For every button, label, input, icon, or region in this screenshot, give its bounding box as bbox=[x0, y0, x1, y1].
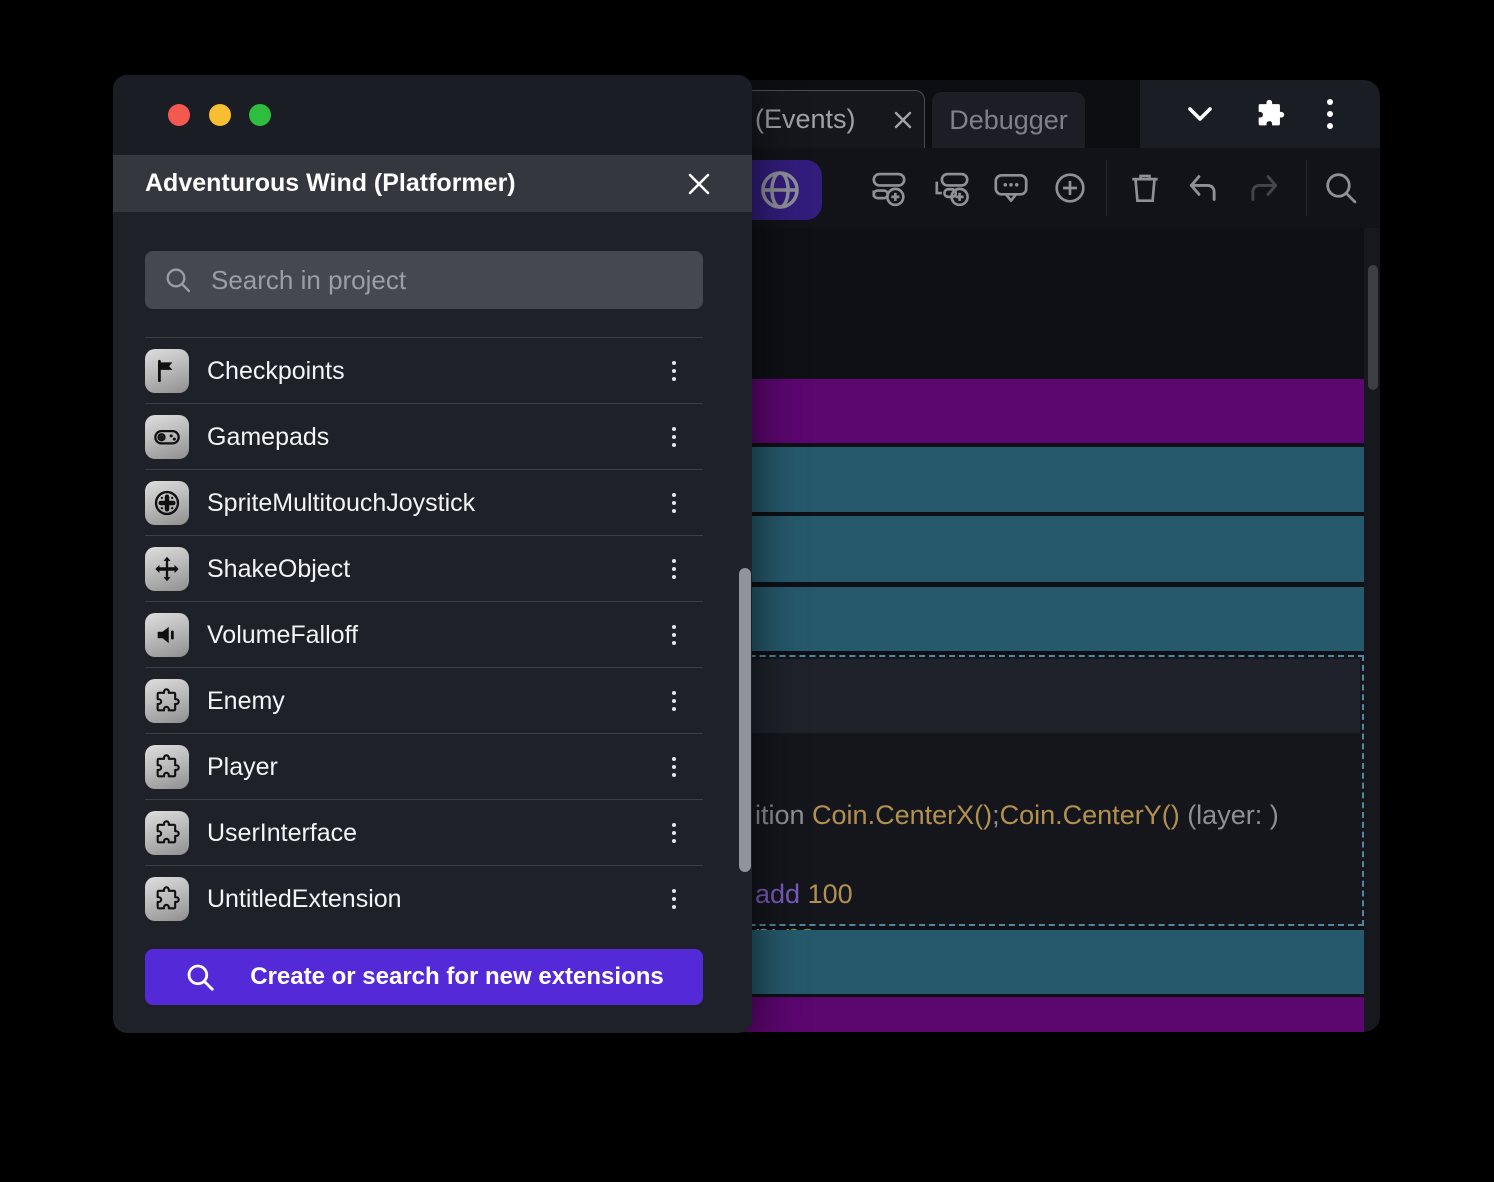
events-scrollbar-thumb[interactable] bbox=[1368, 265, 1378, 390]
dialog-titlebar bbox=[113, 75, 752, 155]
delete-button[interactable] bbox=[1126, 169, 1164, 207]
item-menu-icon[interactable] bbox=[661, 487, 687, 519]
joystick-icon bbox=[145, 481, 189, 525]
dialog-header: Adventurous Wind (Platformer) bbox=[113, 155, 752, 212]
item-menu-icon[interactable] bbox=[661, 685, 687, 717]
list-item[interactable]: Enemy bbox=[145, 667, 703, 733]
search-input[interactable] bbox=[209, 263, 685, 297]
close-traffic-light[interactable] bbox=[168, 104, 190, 126]
list-item[interactable]: SpriteMultitouchJoystick bbox=[145, 469, 703, 535]
toolbar-divider bbox=[1106, 160, 1107, 216]
puzzle-icon bbox=[145, 811, 189, 855]
add-event-button[interactable] bbox=[870, 169, 908, 207]
item-menu-icon[interactable] bbox=[661, 553, 687, 585]
item-menu-icon[interactable] bbox=[661, 421, 687, 453]
more-menu-icon[interactable] bbox=[1325, 96, 1335, 132]
list-item[interactable]: Gamepads bbox=[145, 403, 703, 469]
dialog-scrollbar-thumb[interactable] bbox=[739, 568, 751, 872]
search-icon bbox=[163, 265, 193, 295]
puzzle-icon bbox=[145, 745, 189, 789]
redo-button[interactable] bbox=[1244, 169, 1282, 207]
extensions-puzzle-icon[interactable] bbox=[1253, 97, 1287, 131]
zoom-traffic-light[interactable] bbox=[249, 104, 271, 126]
create-search-extensions-button[interactable]: Create or search for new extensions bbox=[145, 949, 703, 1005]
item-menu-icon[interactable] bbox=[661, 619, 687, 651]
move-icon bbox=[145, 547, 189, 591]
list-item[interactable]: Checkpoints bbox=[145, 337, 703, 403]
item-menu-icon[interactable] bbox=[661, 883, 687, 915]
minimize-traffic-light[interactable] bbox=[209, 104, 231, 126]
undo-button[interactable] bbox=[1185, 169, 1223, 207]
event-action-position: ition Coin.CenterX();Coin.CenterY() (lay… bbox=[755, 800, 1279, 830]
flag-icon bbox=[145, 349, 189, 393]
item-menu-icon[interactable] bbox=[661, 355, 687, 387]
tab-debugger-label: Debugger bbox=[949, 104, 1068, 135]
add-subevent-button[interactable] bbox=[933, 169, 971, 207]
list-item[interactable]: UntitledExtension bbox=[145, 865, 703, 931]
list-item[interactable]: UserInterface bbox=[145, 799, 703, 865]
search-bar bbox=[145, 251, 703, 309]
toolbar-divider bbox=[1306, 160, 1307, 216]
chevron-down-icon[interactable] bbox=[1185, 103, 1215, 125]
item-menu-icon[interactable] bbox=[661, 817, 687, 849]
search-events-button[interactable] bbox=[1322, 169, 1360, 207]
page-title: Adventurous Wind (Platformer) bbox=[145, 169, 516, 197]
tab-close-icon[interactable] bbox=[892, 109, 914, 131]
event-action-add: add 100 bbox=[755, 879, 853, 909]
puzzle-icon bbox=[145, 877, 189, 921]
search-icon bbox=[187, 964, 214, 991]
gamepad-icon bbox=[145, 415, 189, 459]
globe-icon bbox=[761, 171, 799, 209]
list-item[interactable]: Player bbox=[145, 733, 703, 799]
list-item[interactable]: ShakeObject bbox=[145, 535, 703, 601]
speaker-icon bbox=[145, 613, 189, 657]
item-menu-icon[interactable] bbox=[661, 751, 687, 783]
tab-debugger[interactable]: Debugger bbox=[932, 92, 1085, 148]
project-manager-dialog: Adventurous Wind (Platformer) Checkpoint… bbox=[113, 75, 752, 1033]
add-comment-button[interactable] bbox=[992, 169, 1030, 207]
puzzle-icon bbox=[145, 679, 189, 723]
window-actions bbox=[1140, 80, 1380, 148]
close-icon[interactable] bbox=[682, 167, 716, 201]
list-item[interactable]: VolumeFalloff bbox=[145, 601, 703, 667]
add-more-button[interactable] bbox=[1051, 169, 1089, 207]
tab-events-label: (Events) bbox=[755, 104, 856, 134]
